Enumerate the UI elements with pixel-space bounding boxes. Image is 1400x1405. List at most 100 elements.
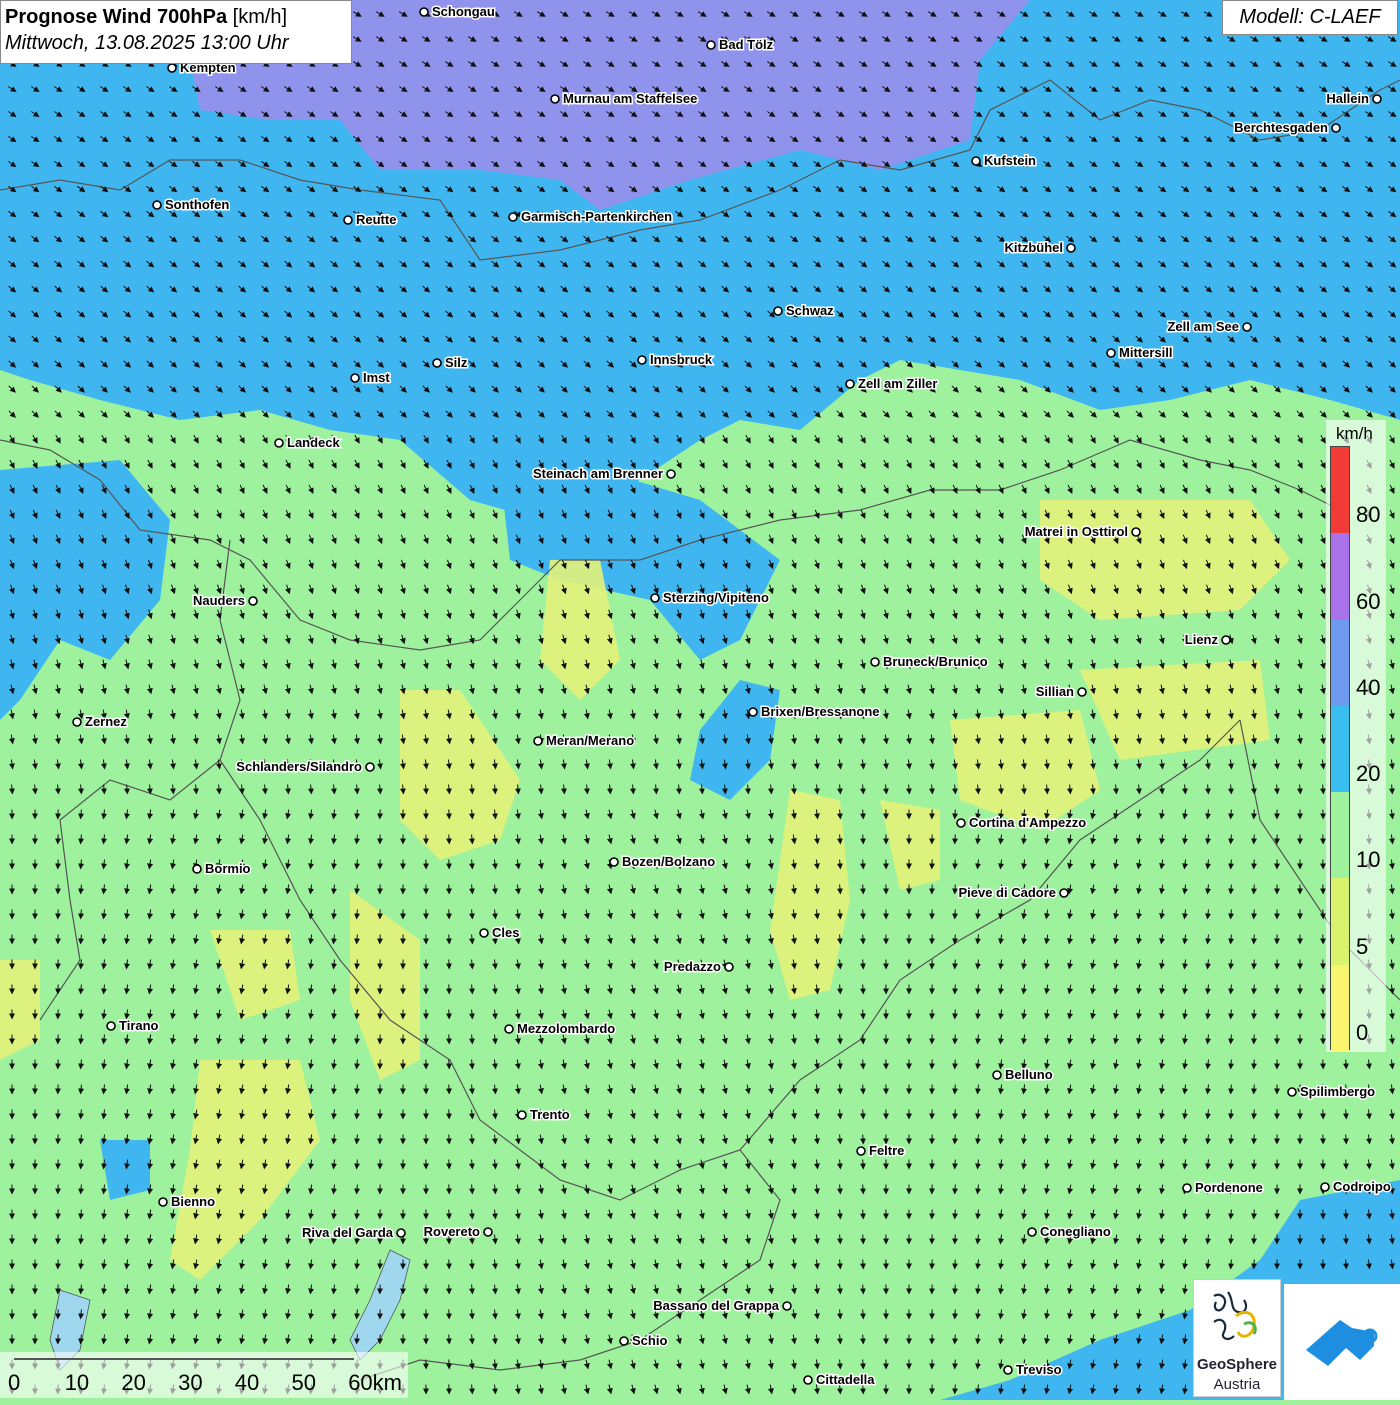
city-dot: [1132, 528, 1140, 536]
city-dot: [846, 380, 854, 388]
legend-unit: km/h: [1336, 424, 1373, 444]
city-marker: Brixen/Bressanone: [749, 704, 880, 719]
wind-arrow: [863, 1085, 864, 1094]
legend-tick-label: 20: [1356, 761, 1380, 787]
city-dot: [804, 1376, 812, 1384]
wind-arrow: [863, 935, 864, 944]
city-dot: [249, 597, 257, 605]
wind-arrow: [955, 910, 956, 919]
wind-arrow: [863, 1135, 864, 1144]
city-dot: [1004, 1366, 1012, 1374]
wind-arrow: [1346, 1110, 1347, 1119]
wind-arrow: [955, 1310, 956, 1319]
city-dot: [774, 307, 782, 315]
legend-tick-label: 10: [1356, 847, 1380, 873]
city-label: Pieve di Cadore: [958, 885, 1056, 900]
city-dot: [484, 1228, 492, 1236]
city-label: Zernez: [85, 714, 127, 729]
city-label: Rovereto: [424, 1224, 480, 1239]
map-title-main: Prognose Wind 700hPa: [5, 6, 227, 28]
city-label: Hallein: [1326, 91, 1369, 106]
wind-arrow: [863, 1210, 864, 1219]
city-dot: [420, 8, 428, 16]
wind-arrow: [955, 1210, 956, 1219]
geosphere-logo-sub: Austria: [1194, 1376, 1280, 1393]
wind-arrow: [955, 1360, 956, 1369]
scale-label: 0: [8, 1370, 20, 1396]
wind-arrow: [863, 1185, 864, 1194]
city-dot: [505, 1025, 513, 1033]
scale-label: 10: [65, 1370, 89, 1396]
city-label: Sterzing/Vipiteno: [663, 590, 769, 605]
wind-arrow: [863, 985, 864, 994]
model-label: Modell: C-LAEF: [1222, 0, 1398, 35]
app-logo-icon: [1284, 1284, 1400, 1400]
city-dot: [397, 1229, 405, 1237]
city-dot: [518, 1111, 526, 1119]
wind-arrow: [955, 1035, 956, 1044]
city-marker: Schlanders/Silandro: [236, 759, 374, 774]
city-label: Kufstein: [984, 153, 1036, 168]
city-label: Bruneck/Brunico: [883, 654, 988, 669]
city-dot: [153, 201, 161, 209]
legend-segment: [1331, 706, 1349, 792]
wind-arrow: [955, 860, 956, 869]
city-marker: Meran/Merano: [534, 733, 634, 748]
city-marker: Zell am Ziller: [846, 376, 937, 391]
wind-arrow: [1254, 1160, 1255, 1169]
wind-arrow: [1254, 1210, 1255, 1219]
city-label: Zell am See: [1167, 319, 1239, 334]
city-dot: [344, 216, 352, 224]
wind-arrow: [955, 985, 956, 994]
wind-arrow: [863, 1335, 864, 1344]
wind-arrow: [1346, 1060, 1347, 1069]
city-label: Garmisch-Partenkirchen: [521, 209, 672, 224]
city-label: Schwaz: [786, 303, 834, 318]
legend-segment: [1331, 878, 1349, 964]
wind-arrow: [1346, 1135, 1347, 1144]
wind-arrow: [955, 1160, 956, 1169]
city-dot: [107, 1022, 115, 1030]
wind-arrow: [1254, 1260, 1255, 1269]
city-label: Codroipo: [1333, 1179, 1391, 1194]
city-dot: [351, 374, 359, 382]
wind-arrow: [1254, 1110, 1255, 1119]
city-label: Nauders: [193, 593, 245, 608]
city-label: Feltre: [869, 1143, 904, 1158]
city-dot: [957, 819, 965, 827]
city-label: Bassano del Grappa: [653, 1298, 779, 1313]
city-dot: [725, 963, 733, 971]
city-marker: Spilimbergo: [1288, 1084, 1375, 1099]
legend-tick-label: 60: [1356, 589, 1380, 615]
color-legend: km/h 806040201050: [1326, 420, 1386, 1052]
scale-line: [14, 1358, 354, 1360]
city-marker: Pieve di Cadore: [958, 885, 1068, 900]
city-marker: Sonthofen: [153, 197, 229, 212]
city-label: Bad Tölz: [719, 37, 774, 52]
wind-arrow: [863, 960, 864, 969]
wind-arrow: [1254, 1135, 1255, 1144]
city-dot: [857, 1147, 865, 1155]
city-marker: Riva del Garda: [302, 1225, 405, 1240]
city-dot: [620, 1337, 628, 1345]
scale-label: 60km: [348, 1370, 402, 1396]
legend-tick-label: 40: [1356, 675, 1380, 701]
city-dot: [534, 737, 542, 745]
city-dot: [1373, 95, 1381, 103]
wind-arrow: [955, 1085, 956, 1094]
city-dot: [73, 718, 81, 726]
wind-arrow: [863, 1360, 864, 1369]
city-dot: [1222, 636, 1230, 644]
city-label: Imst: [363, 370, 390, 385]
legend-segment: [1331, 965, 1349, 1051]
wind-arrow: [863, 1035, 864, 1044]
wind-arrow: [955, 810, 956, 819]
forecast-datetime: Mittwoch, 13.08.2025 13:00 Uhr: [5, 30, 347, 56]
wind-arrow: [955, 1060, 956, 1069]
city-label: Sillian: [1036, 684, 1074, 699]
wind-arrow: [955, 1335, 956, 1344]
geosphere-logo-icon: [1194, 1280, 1280, 1352]
wind-arrow: [863, 1310, 864, 1319]
wind-arrow: [863, 910, 864, 919]
city-label: Bienno: [171, 1194, 215, 1209]
